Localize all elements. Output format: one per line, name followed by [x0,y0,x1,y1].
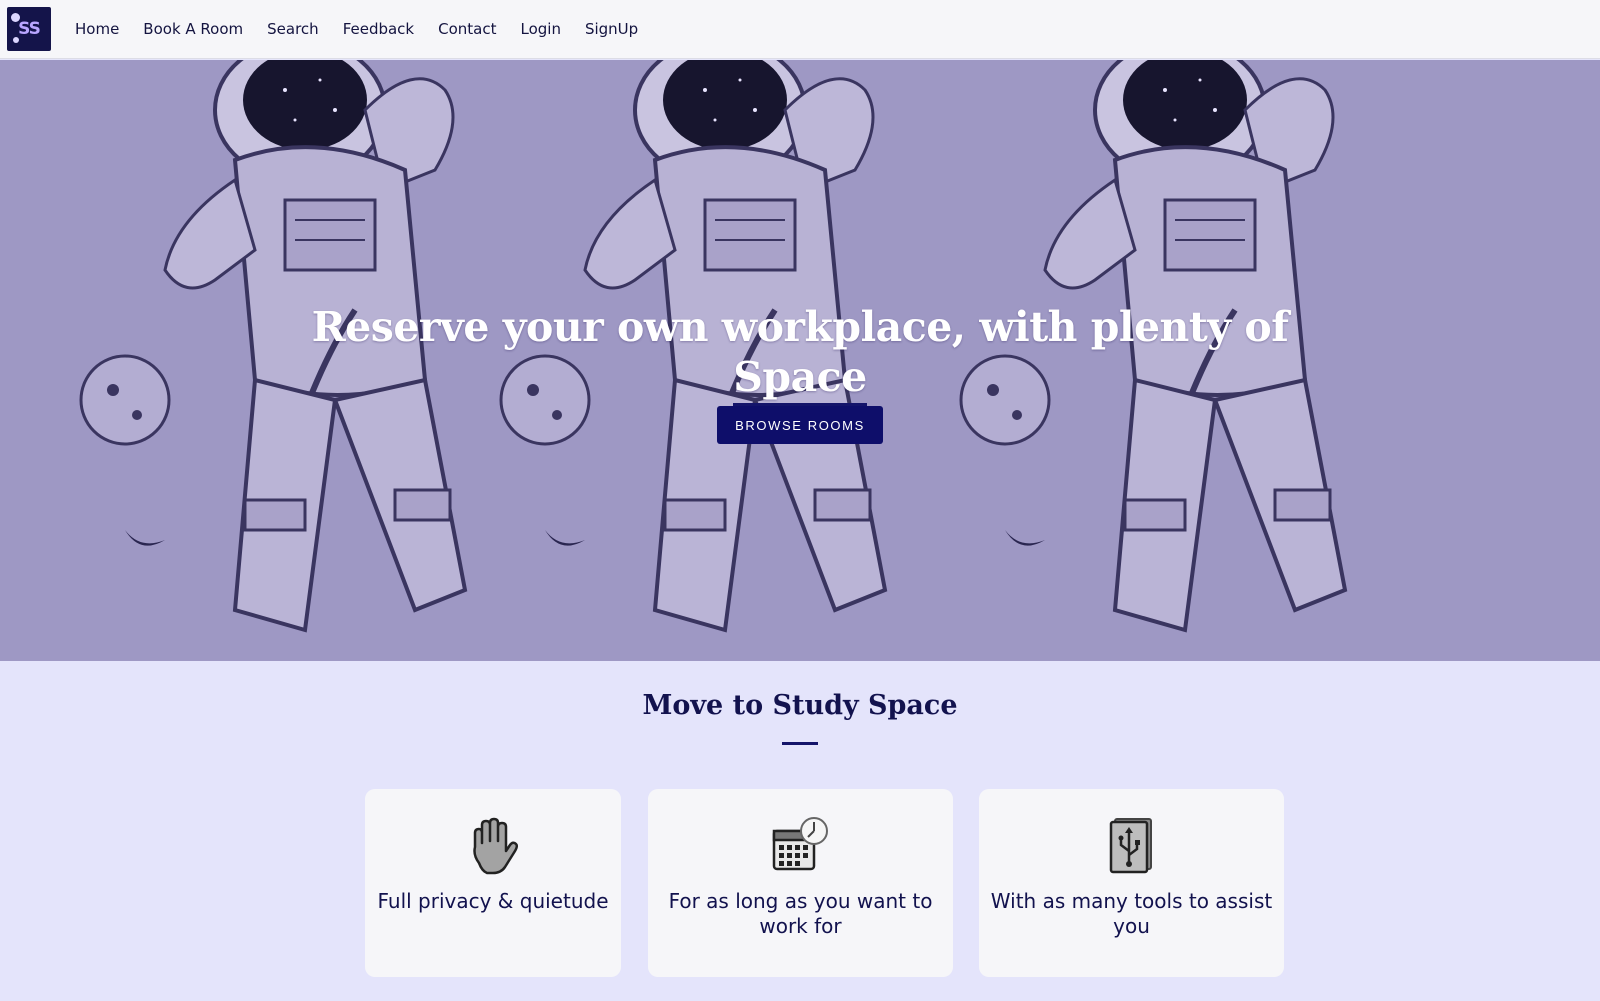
logo-text: SS [18,19,41,39]
feature-card-text: With as many tools to assist you [990,889,1273,938]
nav-home[interactable]: Home [75,20,119,38]
navbar: SS Home Book A Room Search Feedback Cont… [0,0,1600,59]
nav-signup[interactable]: SignUp [585,20,638,38]
nav-login[interactable]: Login [520,20,560,38]
logo-planet-icon [11,13,20,22]
hero-title-highlight: Space [733,352,867,407]
hero-title-line: Reserve your own workplace, with plenty … [311,303,1289,352]
feature-card-privacy: Full privacy & quietude [365,789,621,977]
hero-banner: Reserve your own workplace, with plenty … [0,60,1600,661]
hero-title: Reserve your own workplace, with plenty … [300,302,1300,407]
logo-moon-icon [13,37,19,43]
feature-card-duration: For as long as you want to work for [648,789,953,977]
browse-rooms-button[interactable]: BROWSE ROOMS [717,406,883,444]
nav-search[interactable]: Search [267,20,319,38]
site-logo[interactable]: SS [7,7,51,51]
feature-card-text: Full privacy & quietude [377,889,609,913]
nav-contact[interactable]: Contact [438,20,496,38]
features-title: Move to Study Space [642,690,958,721]
feature-card-text: For as long as you want to work for [668,889,933,938]
feature-card-tools: With as many tools to assist you [979,789,1284,977]
raised-hand-icon [473,817,519,875]
nav-book-a-room[interactable]: Book A Room [143,20,243,38]
title-underline [782,742,818,745]
calendar-clock-icon [772,817,828,871]
nav-feedback[interactable]: Feedback [343,20,414,38]
usb-device-icon [1109,818,1152,874]
